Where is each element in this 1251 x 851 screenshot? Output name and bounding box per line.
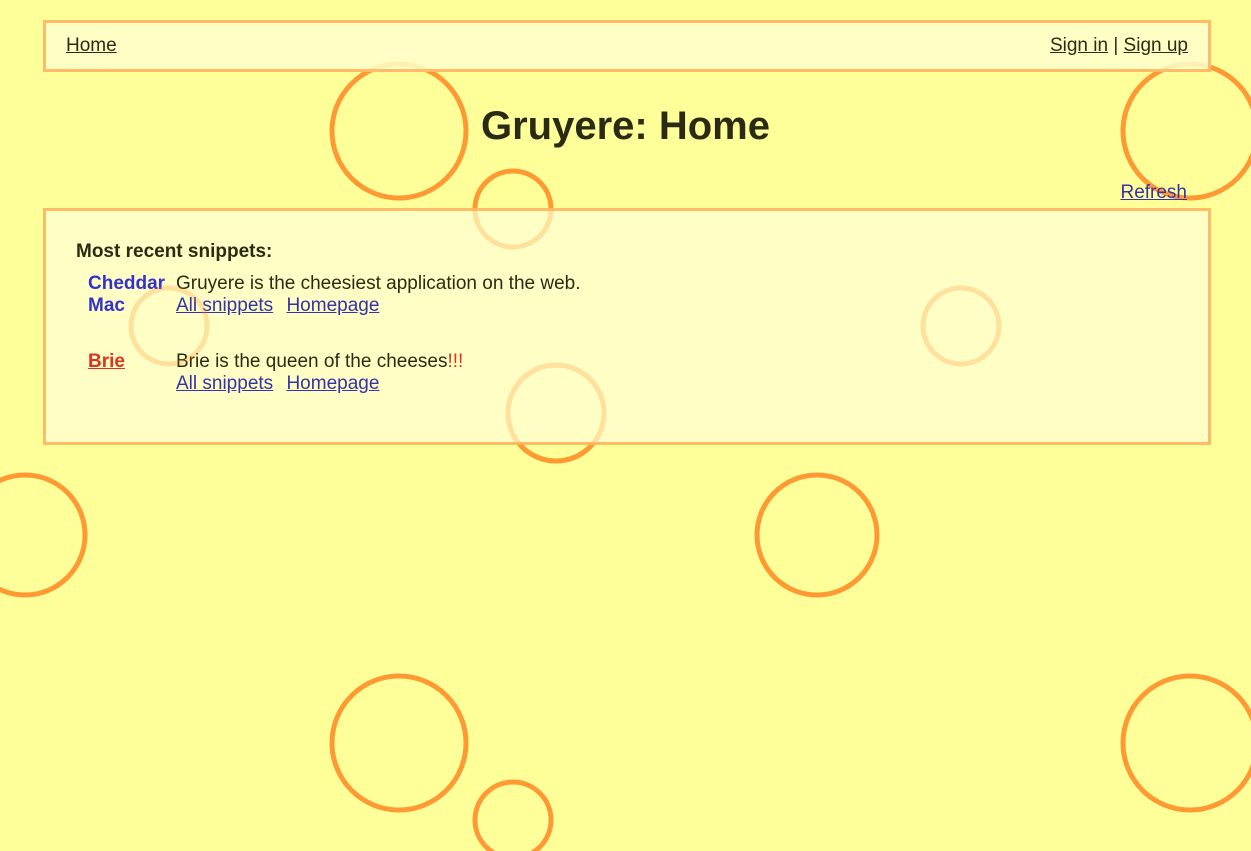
page-title: Gruyere: Home	[481, 104, 770, 148]
snippets-panel: Most recent snippets: Cheddar Mac Gruyer…	[43, 208, 1211, 445]
menu-bar: Home Sign in | Sign up	[43, 20, 1211, 72]
snippet-links: All snippets Homepage	[176, 295, 387, 317]
sign-in-link[interactable]: Sign in	[1050, 35, 1108, 56]
snippet-author-link[interactable]: Brie	[88, 351, 168, 373]
snippets-heading: Most recent snippets:	[76, 241, 273, 262]
snippet-text: Gruyere is the cheesiest application on …	[176, 273, 581, 295]
snippet-text: Brie is the queen of the cheeses!!!	[176, 351, 463, 373]
menu-separator: |	[1113, 35, 1119, 56]
refresh-link[interactable]: Refresh	[1120, 182, 1187, 204]
snippet-text-main: Brie is the queen of the cheeses	[176, 351, 448, 372]
snippet-author: Cheddar Mac	[88, 273, 166, 316]
home-link[interactable]: Home	[66, 35, 117, 57]
all-snippets-link[interactable]: All snippets	[176, 295, 273, 316]
homepage-link[interactable]: Homepage	[286, 295, 379, 316]
auth-links: Sign in | Sign up	[1050, 35, 1188, 57]
homepage-link[interactable]: Homepage	[286, 373, 379, 394]
sign-up-link[interactable]: Sign up	[1124, 35, 1188, 56]
snippet-links: All snippets Homepage	[176, 373, 387, 395]
snippet-text-main: Gruyere is the cheesiest application on …	[176, 273, 581, 294]
all-snippets-link[interactable]: All snippets	[176, 373, 273, 394]
snippet-text-emphasis: !!!	[447, 351, 464, 372]
